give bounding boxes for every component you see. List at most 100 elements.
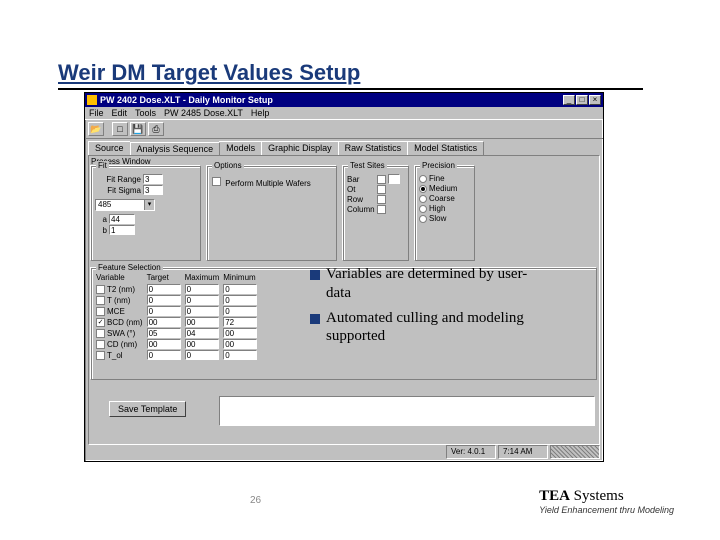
precision-medium-label: Medium	[429, 184, 457, 193]
footer-brand: TEA Systems Yield Enhancement thru Model…	[539, 488, 674, 515]
feature-value-input[interactable]: 00	[185, 339, 219, 349]
toolbar-new-icon[interactable]: □	[112, 122, 128, 136]
test-site-bar-val[interactable]	[388, 174, 400, 184]
feature-checkbox[interactable]	[96, 329, 105, 338]
feature-value-input[interactable]: 0	[223, 350, 257, 360]
tab-strip: Source Analysis Sequence Models Graphic …	[85, 139, 603, 155]
test-site-row-check[interactable]	[377, 195, 386, 204]
bullet-list: Variables are determined by user-data Au…	[310, 265, 550, 352]
close-button[interactable]: ×	[589, 95, 601, 105]
feature-row: T2 (nm)	[96, 284, 143, 294]
fit-sigma-label: Fit Sigma	[95, 186, 141, 195]
feature-value-input[interactable]: 00	[147, 317, 181, 327]
feature-name: CD (nm)	[107, 340, 137, 349]
test-site-column-check[interactable]	[377, 205, 386, 214]
precision-medium-radio[interactable]	[419, 185, 427, 193]
tab-graphic-display[interactable]: Graphic Display	[261, 141, 339, 155]
precision-high-label: High	[429, 204, 445, 213]
precision-slow-radio[interactable]	[419, 215, 427, 223]
feature-value-input[interactable]: 0	[147, 295, 181, 305]
feature-value-input[interactable]: 04	[185, 328, 219, 338]
precision-high-radio[interactable]	[419, 205, 427, 213]
template-text-area[interactable]	[219, 396, 595, 426]
tab-analysis-sequence[interactable]: Analysis Sequence	[130, 142, 221, 156]
perform-multiple-checkbox[interactable]	[212, 177, 221, 186]
menu-file[interactable]: File	[89, 108, 104, 118]
col-header-variable: Variable	[96, 273, 143, 282]
page-number: 26	[250, 495, 261, 506]
toolbar-print-icon[interactable]: ⎙	[148, 122, 164, 136]
col-header: Maximum	[185, 273, 220, 282]
precision-coarse-label: Coarse	[429, 194, 455, 203]
feature-value-input[interactable]: 0	[185, 295, 219, 305]
test-site-bar-check[interactable]	[377, 175, 386, 184]
feature-name: BCD (nm)	[107, 318, 143, 327]
tab-models[interactable]: Models	[219, 141, 262, 155]
options-group-label: Options	[212, 161, 244, 170]
feature-value-input[interactable]: 00	[147, 339, 181, 349]
test-sites-label: Test Sites	[348, 161, 387, 170]
sub-b-input[interactable]: 1	[109, 225, 135, 235]
fit-sigma-input[interactable]: 3	[143, 185, 163, 195]
feature-row: CD (nm)	[96, 339, 143, 349]
feature-value-input[interactable]: 0	[185, 284, 219, 294]
menu-help[interactable]: Help	[251, 108, 270, 118]
menu-tools[interactable]: Tools	[135, 108, 156, 118]
feature-value-input[interactable]: 0	[147, 306, 181, 316]
feature-value-input[interactable]: 72	[223, 317, 257, 327]
feature-name: T_ol	[107, 351, 123, 360]
feature-value-input[interactable]: 0	[223, 295, 257, 305]
feature-value-input[interactable]: 00	[223, 328, 257, 338]
fit-range-input[interactable]: 3	[143, 174, 163, 184]
resize-grip[interactable]	[550, 445, 600, 459]
feature-value-input[interactable]: 00	[185, 317, 219, 327]
feature-checkbox[interactable]	[96, 307, 105, 316]
menu-edit[interactable]: Edit	[112, 108, 128, 118]
maximize-button[interactable]: □	[576, 95, 588, 105]
feature-value-input[interactable]: 05	[147, 328, 181, 338]
feature-name: T (nm)	[107, 296, 130, 305]
feature-name: MCE	[107, 307, 125, 316]
feature-value-input[interactable]: 00	[223, 339, 257, 349]
test-site-ot: Ot	[347, 185, 377, 194]
toolbar: 📂 □ 💾 ⎙	[85, 119, 603, 139]
test-site-ot-check[interactable]	[377, 185, 386, 194]
feature-checkbox[interactable]	[96, 340, 105, 349]
feature-value-input[interactable]: 0	[147, 350, 181, 360]
footer-tagline: Yield Enhancement thru Modeling	[539, 505, 674, 515]
feature-value-input[interactable]: 0	[223, 284, 257, 294]
feature-value-input[interactable]: 0	[185, 306, 219, 316]
window-title: PW 2402 Dose.XLT - Daily Monitor Setup	[100, 95, 562, 105]
save-template-button[interactable]: Save Template	[109, 401, 186, 417]
sub-b-label: b	[95, 226, 107, 235]
tab-raw-statistics[interactable]: Raw Statistics	[338, 141, 409, 155]
tab-model-statistics[interactable]: Model Statistics	[407, 141, 484, 155]
feature-row: SWA (°)	[96, 328, 143, 338]
feature-checkbox[interactable]	[96, 296, 105, 305]
feature-checkbox[interactable]: ✓	[96, 318, 105, 327]
feature-checkbox[interactable]	[96, 351, 105, 360]
statusbar: Ver: 4.0.1 7:14 AM	[88, 445, 600, 459]
feature-value-input[interactable]: 0	[147, 284, 181, 294]
col-header: Minimum	[223, 273, 257, 282]
toolbar-save-icon[interactable]: 💾	[130, 122, 146, 136]
minimize-button[interactable]: _	[563, 95, 575, 105]
slide-title: Weir DM Target Values Setup	[58, 60, 643, 90]
toolbar-open-icon[interactable]: 📂	[88, 122, 104, 136]
fit-dropdown[interactable]: 485 ▾	[95, 199, 155, 211]
chevron-down-icon[interactable]: ▾	[144, 200, 154, 210]
feature-value-input[interactable]: 0	[185, 350, 219, 360]
save-template-row: Save Template	[109, 404, 186, 414]
precision-fine-radio[interactable]	[419, 175, 427, 183]
titlebar: PW 2402 Dose.XLT - Daily Monitor Setup _…	[85, 93, 603, 107]
precision-coarse-radio[interactable]	[419, 195, 427, 203]
feature-value-input[interactable]: 0	[223, 306, 257, 316]
feature-row: T (nm)	[96, 295, 143, 305]
sub-a-input[interactable]: 44	[109, 214, 135, 224]
brand-a: TEA	[539, 488, 570, 504]
menu-pw[interactable]: PW 2485 Dose.XLT	[164, 108, 243, 118]
fit-group: Fit Fit Range 3 Fit Sigma 3 485 ▾	[91, 166, 201, 261]
tab-source[interactable]: Source	[88, 141, 131, 155]
bullet-2: Automated culling and modeling supported	[326, 309, 550, 347]
feature-checkbox[interactable]	[96, 285, 105, 294]
